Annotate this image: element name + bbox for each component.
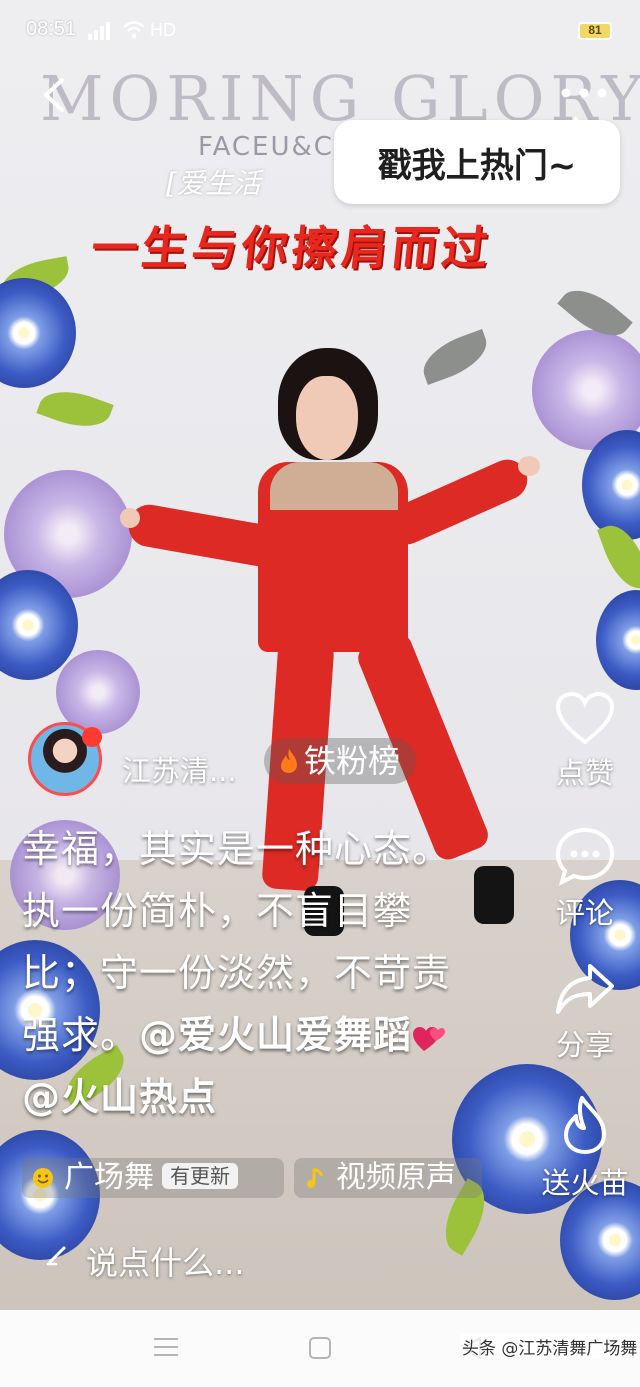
signal-icon (88, 22, 110, 40)
nav-menu-icon[interactable] (154, 1336, 178, 1358)
flame-outline-icon (564, 1096, 606, 1154)
pen-icon (46, 1246, 66, 1266)
heart-emoji-icon (413, 1026, 446, 1051)
caption-line: 比；守一份淡然，不苛责 (22, 951, 452, 995)
dancer-face (296, 376, 358, 460)
dancer-left-hand (120, 508, 140, 528)
comment-button[interactable]: 评论 (535, 826, 635, 932)
avatar-badge (82, 727, 102, 747)
update-badge: 有更新 (162, 1163, 238, 1189)
caption-line: @火山热点 (22, 1066, 522, 1128)
flame-icon (281, 749, 297, 773)
comment-label: 评论 (555, 896, 614, 930)
source-watermark: 头条 @江苏清舞广场舞 (460, 1334, 640, 1359)
comment-placeholder: 说点什么... (86, 1244, 245, 1282)
hd-indicator: HD (150, 20, 176, 40)
video-caption[interactable]: 幸福，其实是一种心态。 执一份简朴，不盲目攀 比；守一份淡然，不苛责 强求。@爱… (22, 818, 522, 1128)
caption-line: 幸福，其实是一种心态。 (22, 827, 452, 871)
video-title-overlay: 一生与你擦肩而过 (88, 221, 495, 275)
nav-home-icon[interactable] (309, 1337, 331, 1359)
caption-line: 强求。@爱火山爱舞蹈 (22, 1004, 522, 1066)
author-name[interactable]: 江苏清... (122, 748, 237, 790)
mention-link[interactable]: @爱火山爱舞蹈 (139, 1013, 412, 1057)
original-sound-chip[interactable]: 视频原声 (294, 1158, 482, 1198)
smile-icon (33, 1168, 53, 1188)
dance-category-label: 广场舞 (64, 1160, 154, 1195)
dancer-right-hand (518, 456, 540, 476)
system-nav-bar: 头条 @江苏清舞广场舞 (0, 1310, 640, 1387)
dancer-yoke (270, 462, 398, 510)
status-time: 08:51 (26, 18, 77, 40)
wall-subbrand-text: FACEU&C (198, 132, 334, 162)
wall-tag-text: [爱生活 (166, 167, 261, 200)
battery-level: 81 (588, 23, 602, 37)
comment-input[interactable]: 说点什么... (0, 1222, 640, 1296)
status-bar: 08:51 HD 81 (0, 0, 640, 62)
like-button[interactable]: 点赞 (535, 690, 635, 792)
dance-category-chip[interactable]: 广场舞 有更新 (22, 1158, 284, 1198)
caption-text: 强求。 (22, 1013, 140, 1057)
more-button[interactable] (556, 78, 612, 108)
original-sound-label: 视频原声 (336, 1160, 456, 1195)
send-flame-button[interactable]: 送火苗 (535, 1094, 635, 1202)
fans-rank-label: 铁粉榜 (304, 742, 401, 780)
fans-rank-chip[interactable]: 铁粉榜 (264, 738, 417, 784)
wifi-icon (123, 21, 145, 39)
music-note-icon (307, 1167, 324, 1188)
mention-link[interactable]: @火山热点 (22, 1075, 217, 1119)
share-button[interactable]: 分享 (535, 960, 635, 1064)
comment-bubble-icon (555, 827, 615, 886)
hot-promo-bubble[interactable]: 戳我上热门~ (334, 116, 620, 204)
like-label: 点赞 (555, 756, 614, 790)
battery-icon: 81 (578, 22, 612, 40)
share-arrow-icon (556, 964, 614, 1014)
heart-outline-icon (555, 691, 615, 745)
caption-line: 执一份简朴，不盲目攀 (22, 889, 413, 933)
share-label: 分享 (555, 1028, 614, 1062)
back-button[interactable] (30, 70, 80, 120)
send-flame-label: 送火苗 (541, 1166, 629, 1200)
